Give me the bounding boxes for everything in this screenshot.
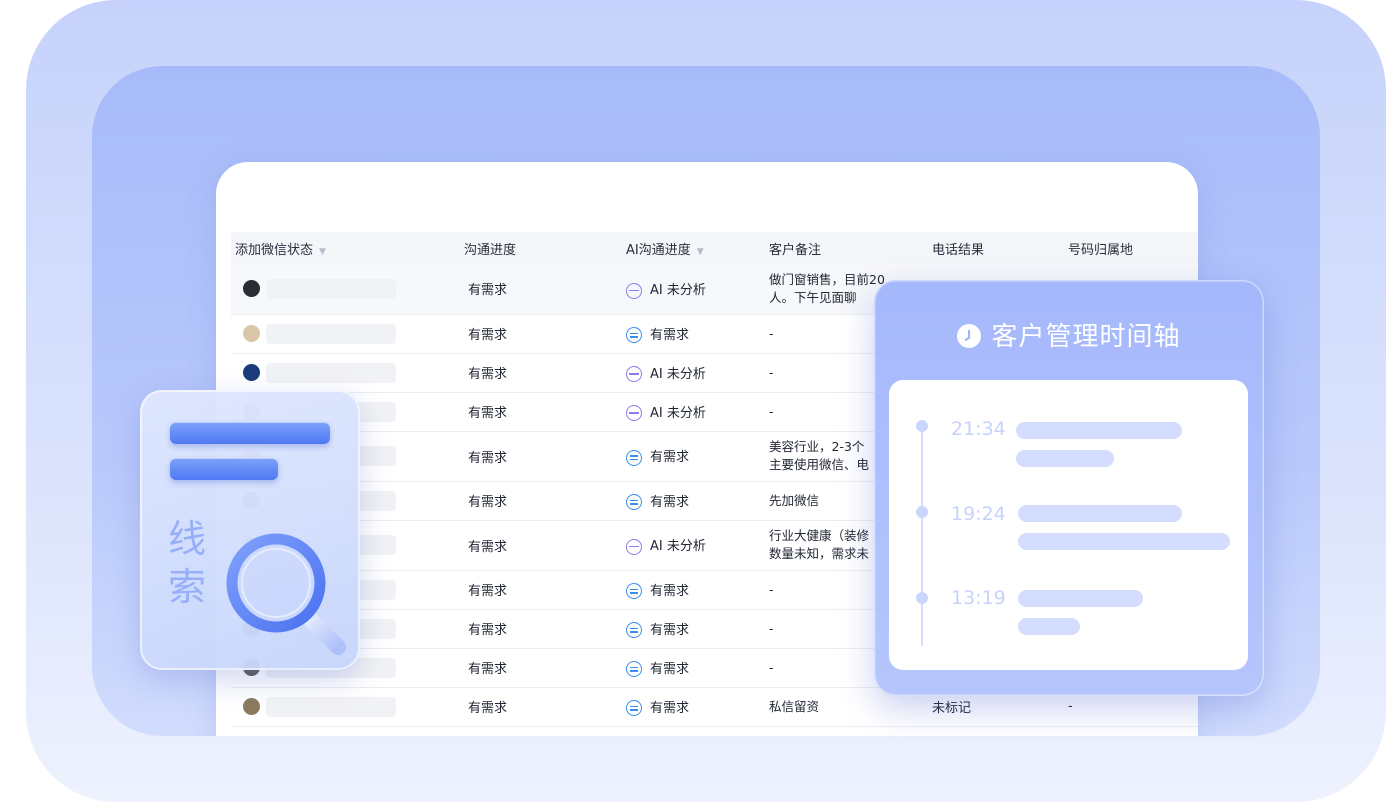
ai-status-label: 有需求: [650, 583, 690, 599]
avatar[interactable]: [243, 698, 260, 715]
column-header: 客户备注: [765, 232, 928, 264]
ai-progress-cell: 有需求: [622, 687, 765, 727]
timeline-title: 客户管理时间轴: [874, 316, 1264, 353]
ai-progress-cell: 有需求: [622, 431, 765, 482]
progress-cell: 有需求: [460, 648, 622, 688]
column-header-label: 号码归属地: [1068, 242, 1134, 258]
magnifier-icon: [226, 533, 346, 655]
timeline-title-text: 客户管理时间轴: [991, 322, 1181, 352]
progress-cell: 有需求: [460, 392, 622, 432]
timeline-time-3: 13:19: [951, 587, 1006, 609]
timeline-time-1: 21:34: [951, 418, 1006, 440]
timeline-placeholder-bar: [1016, 422, 1182, 439]
avatar[interactable]: [243, 325, 260, 342]
timeline-placeholder-bar: [1018, 618, 1080, 635]
column-header-label: 电话结果: [932, 242, 985, 258]
ai-status-label: 有需求: [650, 450, 690, 466]
ai-progress-cell: AI 未分析: [622, 392, 765, 432]
column-header[interactable]: 添加微信状态 ▼: [231, 232, 460, 264]
equals-circle-icon: [626, 622, 642, 639]
column-header-label: 添加微信状态: [235, 242, 314, 258]
avatar[interactable]: [243, 364, 260, 381]
timeline-placeholder-bar: [1016, 450, 1114, 467]
column-header-label: 沟通进度: [464, 242, 517, 258]
blurred-name: [266, 696, 396, 717]
ai-progress-cell: AI 未分析: [622, 520, 765, 571]
progress-cell: 有需求: [460, 264, 622, 315]
progress-cell: 有需求: [460, 481, 622, 521]
column-header: 沟通进度: [460, 232, 622, 264]
equals-circle-icon: [626, 700, 642, 717]
blurred-name: [266, 278, 396, 299]
ai-status-label: AI 未分析: [650, 405, 706, 421]
equals-circle-icon: [626, 494, 642, 511]
ai-progress-cell: 有需求: [622, 314, 765, 354]
avatar[interactable]: [243, 280, 260, 298]
ai-progress-cell: 有需求: [622, 570, 765, 610]
column-header: 电话结果: [928, 232, 1064, 264]
ai-progress-cell: 有需求: [622, 609, 765, 649]
blurred-name: [266, 323, 396, 344]
ai-status-label: 有需求: [650, 661, 690, 677]
progress-cell: 有需求: [460, 570, 622, 610]
ai-status-label: 有需求: [650, 700, 690, 716]
minus-circle-icon: [626, 405, 642, 422]
sort-caret-icon[interactable]: ▼: [319, 247, 326, 257]
timeline-dot: [916, 506, 928, 518]
ai-progress-cell: 有需求: [622, 481, 765, 521]
column-header-label: AI沟通进度: [626, 242, 691, 258]
progress-cell: 有需求: [460, 353, 622, 393]
progress-cell: 有需求: [460, 687, 622, 727]
ai-status-label: AI 未分析: [650, 283, 706, 298]
equals-circle-icon: [626, 661, 642, 678]
clue-line-bar: [170, 422, 330, 444]
wechat-status-cell: [231, 314, 460, 354]
minus-circle-icon: [626, 538, 642, 555]
wechat-status-cell: [231, 353, 460, 393]
note-line: 私信留资: [769, 698, 820, 714]
clue-line-bar: [170, 458, 278, 480]
ai-status-label: AI 未分析: [650, 539, 706, 555]
clue-char-1: 线: [168, 517, 207, 561]
equals-circle-icon: [626, 449, 642, 466]
progress-cell: 有需求: [460, 431, 622, 482]
sort-caret-icon[interactable]: ▼: [697, 247, 704, 257]
ai-progress-cell: AI 未分析: [622, 264, 765, 315]
timeline-placeholder-bar: [1018, 590, 1143, 607]
timeline-body: 21:34 19:24 13:19: [889, 380, 1248, 670]
progress-cell: 有需求: [460, 314, 622, 354]
column-header-label: 客户备注: [769, 242, 822, 258]
progress-cell: 有需求: [460, 609, 622, 649]
clock-icon: [957, 324, 982, 348]
timeline-line: [921, 424, 923, 646]
timeline-card: 客户管理时间轴 21:34 19:24 13:19: [874, 280, 1264, 696]
ai-progress-cell: AI 未分析: [622, 353, 765, 393]
timeline-time-2: 19:24: [951, 503, 1006, 525]
table-header-row: 添加微信状态 ▼ 沟通进度 AI沟通进度 ▼ 客户备注 电话结果 号码归属地: [231, 232, 1198, 264]
timeline-placeholder-bar: [1018, 505, 1182, 522]
timeline-dot: [916, 420, 928, 432]
wechat-status-cell: [231, 264, 460, 315]
minus-circle-icon: [626, 366, 642, 383]
ai-status-label: 有需求: [650, 494, 690, 510]
wechat-status-cell: [231, 687, 460, 727]
column-header: 号码归属地: [1064, 232, 1198, 264]
ai-status-label: 有需求: [650, 622, 690, 638]
progress-cell: 有需求: [460, 520, 622, 571]
clue-char-2: 索: [168, 565, 207, 609]
timeline-dot: [916, 592, 928, 604]
ai-status-label: 有需求: [650, 327, 690, 343]
equals-circle-icon: [626, 583, 642, 600]
ai-status-label: AI 未分析: [650, 366, 706, 382]
timeline-placeholder-bar: [1018, 533, 1230, 550]
blurred-name: [266, 362, 396, 383]
equals-circle-icon: [626, 327, 642, 344]
column-header[interactable]: AI沟通进度 ▼: [622, 232, 765, 264]
ai-progress-cell: 有需求: [622, 648, 765, 688]
minus-circle-icon: [626, 282, 642, 299]
